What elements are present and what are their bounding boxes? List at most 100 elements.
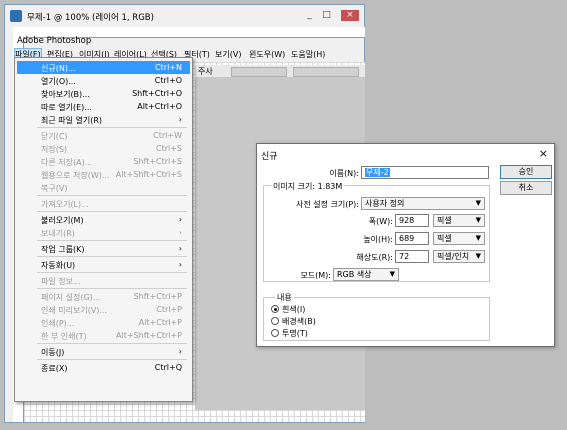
- width-unit-select[interactable]: 픽셀 ▼: [433, 214, 485, 227]
- photoshop-app-icon: [10, 10, 22, 22]
- image-size-label: 이미지 크기: 1.83M: [271, 181, 345, 192]
- menu-separator: [37, 343, 187, 344]
- file-menu-item[interactable]: 종료(X) Ctrl+Q: [17, 361, 190, 374]
- menu-item-shortcut: Ctrl+W: [153, 131, 182, 140]
- dialog-title: 신규: [261, 152, 278, 162]
- new-document-dialog: 신규 × 이름(N): 무제-2 이미지 크기: 1.83M 사전 설정 크기(…: [256, 143, 555, 347]
- submenu-arrow-icon: ›: [178, 347, 182, 356]
- menu-item-shortcut: Shft+Ctrl+S: [133, 157, 182, 166]
- radio-button[interactable]: [271, 305, 279, 313]
- name-field[interactable]: 무제-2: [361, 166, 489, 179]
- submenu-arrow-icon: ›: [178, 215, 182, 224]
- radio-button[interactable]: [271, 317, 279, 325]
- chevron-down-icon: ▼: [475, 199, 481, 207]
- file-menu-item: 페이지 설정(G)... Shft+Ctrl+P: [17, 290, 190, 303]
- menu-item-shortcut: Ctrl+N: [155, 63, 182, 72]
- file-menu: 신규(N)... Ctrl+N 열기(O)... Ctrl+O 찾아보기(B)... Sh…: [14, 57, 193, 402]
- contents-option-label[interactable]: 흰색(I): [282, 304, 305, 315]
- menu-item-label: 종료(X): [41, 364, 68, 373]
- maximize-button[interactable]: □: [320, 10, 333, 21]
- chevron-down-icon: ▼: [389, 270, 395, 278]
- height-value: 689: [399, 234, 415, 243]
- file-menu-item[interactable]: 불러오기(M) ›: [17, 213, 190, 226]
- menu-6[interactable]: 보기(V): [215, 49, 241, 60]
- file-menu-item[interactable]: 이동(J) ›: [17, 345, 190, 358]
- document-title: 무제-1 @ 100% (레이어 1, RGB): [27, 13, 154, 23]
- minimize-button[interactable]: _: [303, 10, 316, 21]
- menu-item-label: 파일 정보...: [41, 277, 81, 286]
- menu-separator: [37, 195, 187, 196]
- contents-option-label[interactable]: 배경색(B): [282, 316, 316, 327]
- height-unit-select[interactable]: 픽셀 ▼: [433, 232, 485, 245]
- menu-separator: [37, 359, 187, 360]
- options-field: [293, 67, 359, 77]
- resolution-field[interactable]: 72: [395, 250, 429, 263]
- height-field[interactable]: 689: [395, 232, 429, 245]
- contents-option-label[interactable]: 투명(T): [282, 328, 308, 339]
- name-value: 무제-2: [365, 168, 390, 177]
- options-field: [231, 67, 287, 77]
- dialog-close-icon[interactable]: ×: [539, 147, 548, 160]
- menu-7[interactable]: 윈도우(W): [249, 49, 285, 60]
- menu-item-shortcut: Ctrl+O: [154, 76, 182, 85]
- menu-item-label: 인쇄 미리보기(V)...: [41, 306, 108, 315]
- menu-item-label: 자동화(U): [41, 261, 76, 270]
- file-menu-item: 다른 저장(A)... Shft+Ctrl+S: [17, 155, 190, 168]
- file-menu-item[interactable]: 찾아보기(B)... Shft+Ctrl+O: [17, 87, 190, 100]
- menu-item-label: 보내기(R): [41, 229, 75, 238]
- file-menu-item[interactable]: 열기(O)... Ctrl+O: [17, 74, 190, 87]
- file-menu-item[interactable]: 따로 열기(E)... Alt+Ctrl+O: [17, 100, 190, 113]
- menu-separator: [37, 211, 187, 212]
- file-menu-item: 닫기(C) Ctrl+W: [17, 129, 190, 142]
- resolution-value: 72: [399, 252, 410, 261]
- menu-separator: [37, 127, 187, 128]
- height-unit: 픽셀: [437, 234, 452, 243]
- menu-item-label: 열기(O)...: [41, 77, 76, 86]
- menu-item-label: 닫기(C): [41, 132, 68, 141]
- file-menu-item[interactable]: 최근 파일 열기(R) ›: [17, 113, 190, 126]
- document-title-bar[interactable]: 무제-1 @ 100% (레이어 1, RGB) _ □ ×: [5, 5, 364, 27]
- chevron-down-icon: ▼: [475, 234, 481, 242]
- height-label: 높이(H):: [363, 235, 393, 244]
- file-menu-item[interactable]: 자동화(U) ›: [17, 258, 190, 271]
- ok-button[interactable]: 승인: [500, 165, 552, 179]
- menu-item-shortcut: Shft+Ctrl+P: [133, 292, 182, 301]
- menu-item-label: 작업 그룹(K): [41, 245, 85, 254]
- file-menu-item[interactable]: 신규(N)... Ctrl+N: [17, 61, 190, 74]
- contents-label: 내용: [275, 292, 294, 303]
- file-menu-item: 저장(S) Ctrl+S: [17, 142, 190, 155]
- file-menu-item: 가져오기(L)...: [17, 197, 190, 210]
- radio-button[interactable]: [271, 329, 279, 337]
- file-menu-item: 한 부 인쇄(T) Alt+Shft+Ctrl+P: [17, 329, 190, 342]
- submenu-arrow-icon: ›: [178, 228, 182, 237]
- menu-item-label: 인쇄(P)...: [41, 319, 75, 328]
- app-name: Adobe Photoshop: [17, 36, 92, 46]
- menu-separator: [37, 256, 187, 257]
- cancel-button[interactable]: 취소: [500, 181, 552, 195]
- menu-item-shortcut: Alt+Shft+Ctrl+S: [115, 170, 182, 179]
- file-menu-item: 인쇄(P)... Alt+Ctrl+P: [17, 316, 190, 329]
- width-unit: 픽셀: [437, 216, 452, 225]
- menu-item-label: 찾아보기(B)...: [41, 90, 90, 99]
- resolution-unit-select[interactable]: 픽셀/인치 ▼: [433, 250, 485, 263]
- submenu-arrow-icon: ›: [178, 260, 182, 269]
- file-menu-item: 파일 정보...: [17, 274, 190, 287]
- width-label: 폭(W):: [368, 217, 393, 226]
- file-menu-item: 보내기(R) ›: [17, 226, 190, 239]
- menu-item-label: 불러오기(M): [41, 216, 84, 225]
- mode-select[interactable]: RGB 색상 ▼: [333, 268, 399, 281]
- close-window-button[interactable]: ×: [341, 10, 359, 21]
- file-menu-item: 인쇄 미리보기(V)... Ctrl+P: [17, 303, 190, 316]
- menu-item-shortcut: Shft+Ctrl+O: [132, 89, 182, 98]
- submenu-arrow-icon: ›: [178, 244, 182, 253]
- menu-item-label: 한 부 인쇄(T): [41, 332, 87, 341]
- preset-select[interactable]: 사용자 정의 ▼: [361, 197, 485, 210]
- width-field[interactable]: 928: [395, 214, 429, 227]
- file-menu-item: 웹용으로 저장(W)... Alt+Shft+Ctrl+S: [17, 168, 190, 181]
- file-menu-item[interactable]: 작업 그룹(K) ›: [17, 242, 190, 255]
- menu-item-shortcut: Alt+Shft+Ctrl+P: [116, 331, 182, 340]
- menu-8[interactable]: 도움말(H): [291, 49, 325, 60]
- menu-item-shortcut: Ctrl+S: [155, 144, 182, 153]
- menu-item-shortcut: Alt+Ctrl+O: [137, 102, 182, 111]
- menu-item-label: 가져오기(L)...: [41, 200, 89, 209]
